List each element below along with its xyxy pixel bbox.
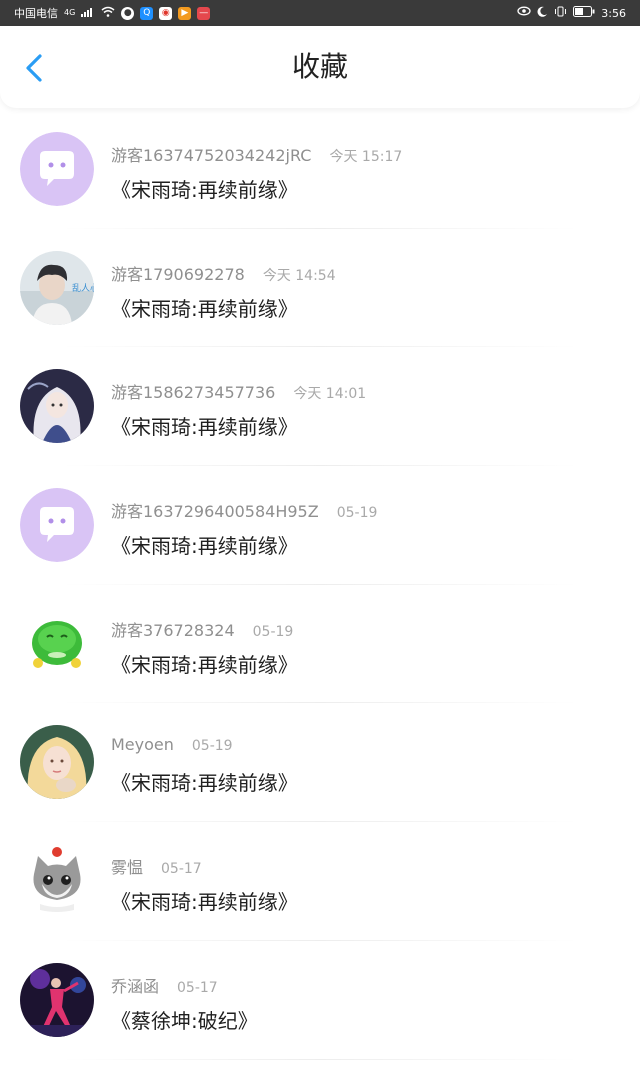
timestamp: 今天 15:17 [329,149,403,165]
book-title[interactable]: 《宋雨琦:再续前缘》 [111,886,298,915]
username[interactable]: 游客376728324 [111,621,235,640]
blonde-girl-avatar-icon [20,725,94,800]
favorites-list: 游客16374752034242jRC 今天 15:17 《宋雨琦:再续前缘》 乱… [0,110,640,1060]
list-item[interactable]: Meyoen 05-19 《宋雨琦:再续前缘》 [0,703,640,823]
chat-bubble-avatar-icon [20,488,94,563]
timestamp: 05-17 [177,979,218,996]
item-meta: 游客16374752034242jRC 今天 15:17 [111,142,402,166]
item-meta: 游客1586273457736 今天 14:01 [111,379,366,403]
book-title[interactable]: 《宋雨琦:再续前缘》 [111,530,298,559]
item-meta: 雾愠 05-17 [111,854,202,878]
item-meta: 游客1790692278 今天 14:54 [111,261,336,285]
book-title[interactable]: 《宋雨琦:再续前缘》 [111,293,298,322]
timestamp: 05-19 [336,505,378,522]
avatar[interactable] [20,132,94,206]
timestamp: 05-19 [191,738,233,755]
item-meta: 游客1637296400584H95Z 05-19 [111,498,377,522]
anime-girl-avatar-icon [20,369,94,444]
list-item[interactable]: 游客376728324 05-19 《宋雨琦:再续前缘》 [0,585,640,704]
avatar[interactable] [20,725,94,800]
boy-photo-avatar-icon: 乱人心 [20,250,94,325]
username[interactable]: 乔涵函 [111,977,159,996]
avatar[interactable] [20,369,94,444]
book-title[interactable]: 《宋雨琦:再续前缘》 [111,767,298,796]
username[interactable]: 游客16374752034242jRC [111,146,311,165]
list-item[interactable]: 乱人心 游客1790692278 今天 14:54 《宋雨琦:再续前缘》 [0,229,640,348]
avatar[interactable] [20,962,94,1037]
divider [60,1058,580,1060]
timestamp: 05-19 [252,623,294,640]
dancer-avatar-icon [20,962,94,1037]
green-blob-avatar-icon [20,606,94,681]
avatar[interactable]: 乱人心 [20,250,94,325]
cat-avatar-icon [20,844,94,919]
page-title: 收藏 [291,50,348,83]
list-item[interactable]: 游客1637296400584H95Z 05-19 《宋雨琦:再续前缘》 [0,466,640,585]
book-title[interactable]: 《宋雨琦:再续前缘》 [111,174,298,203]
list-item[interactable]: 游客1586273457736 今天 14:01 《宋雨琦:再续前缘》 [0,347,640,467]
avatar[interactable] [20,844,94,919]
list-item[interactable]: 雾愠 05-17 《宋雨琦:再续前缘》 [0,822,640,941]
chat-bubble-avatar-icon [20,132,94,206]
timestamp: 05-17 [161,861,202,878]
timestamp: 今天 14:54 [262,267,336,284]
book-title[interactable]: 《宋雨琦:再续前缘》 [111,411,298,440]
book-title[interactable]: 《宋雨琦:再续前缘》 [111,649,298,678]
avatar[interactable] [20,606,94,681]
item-meta: 游客376728324 05-19 [111,617,293,641]
list-item[interactable]: 乔涵函 05-17 《蔡徐坤:破纪》 [0,941,640,1060]
username[interactable]: 游客1637296400584H95Z [111,502,319,521]
header-bar: 收藏 [0,26,640,108]
list-item[interactable]: 游客16374752034242jRC 今天 15:17 《宋雨琦:再续前缘》 [0,110,640,229]
book-title[interactable]: 《蔡徐坤:破纪》 [111,1005,258,1034]
username[interactable]: 游客1586273457736 [111,383,275,402]
item-meta: 乔涵函 05-17 [111,973,218,997]
svg-text:乱人心: 乱人心 [72,283,94,294]
avatar[interactable] [20,488,94,563]
username[interactable]: 雾愠 [111,858,143,877]
username[interactable]: 游客1790692278 [111,265,245,284]
username[interactable]: Meyoen [111,735,174,754]
item-meta: Meyoen 05-19 [111,735,233,754]
timestamp: 今天 14:01 [293,386,367,403]
